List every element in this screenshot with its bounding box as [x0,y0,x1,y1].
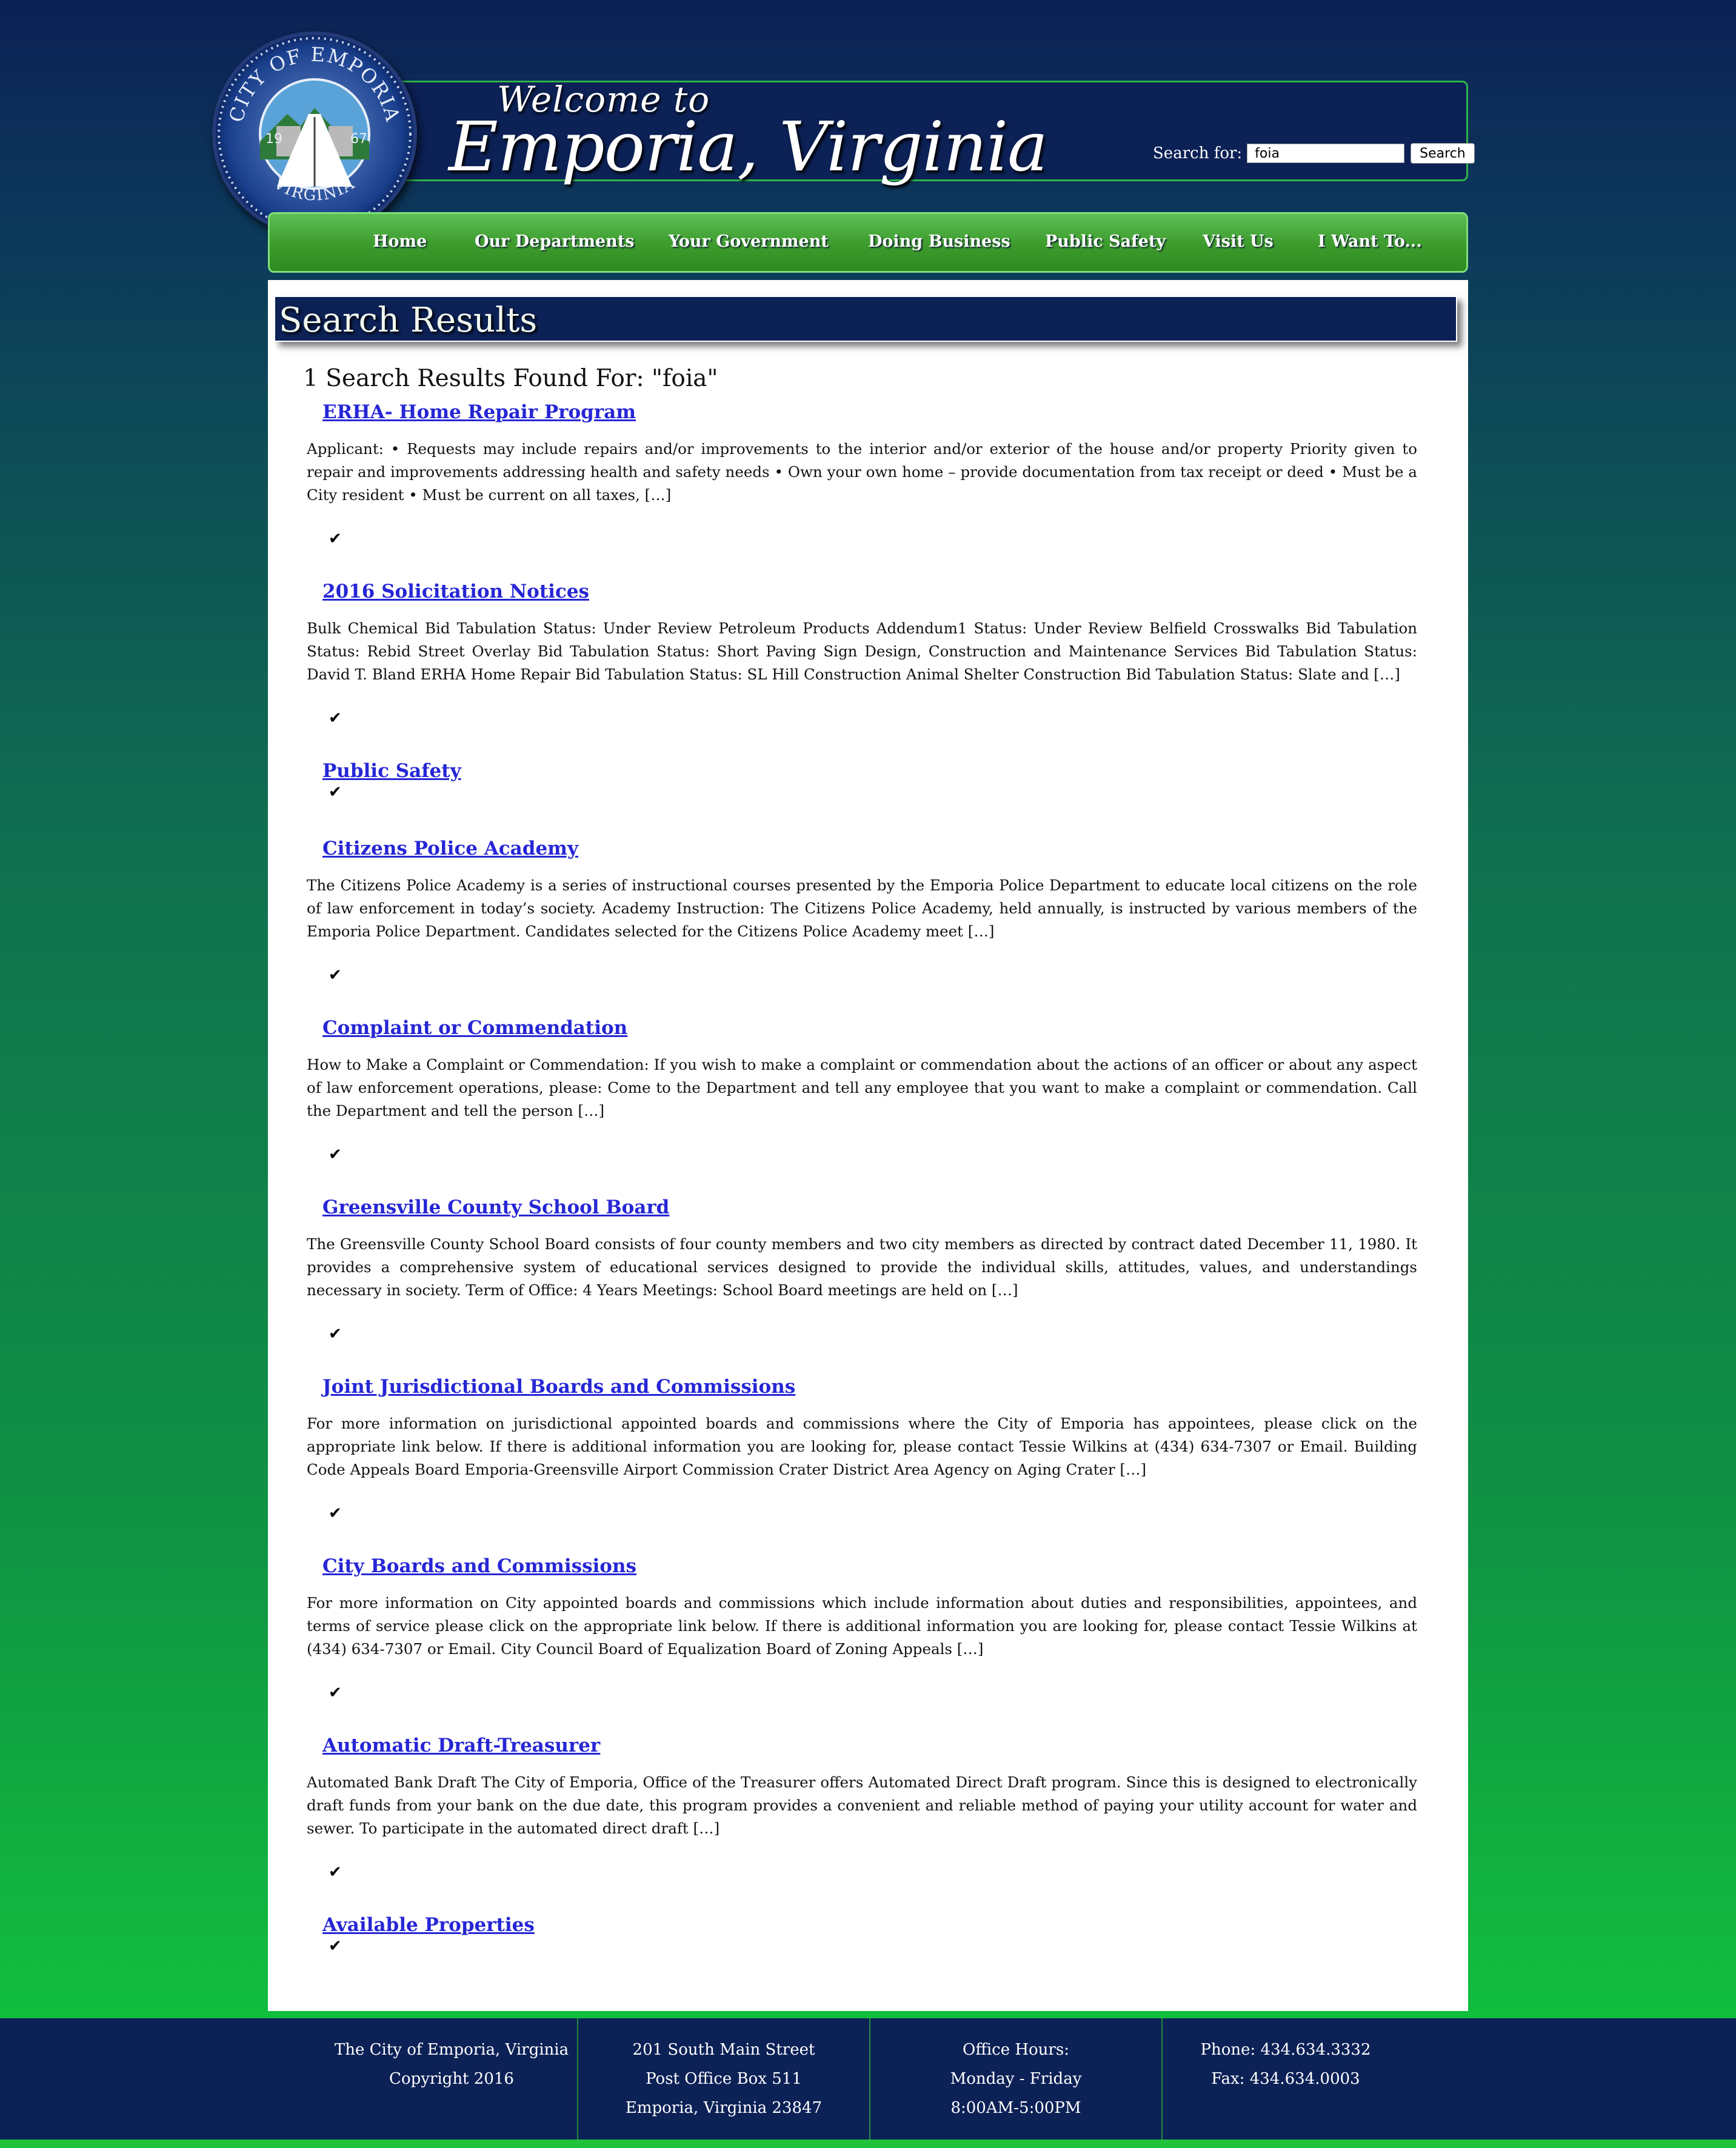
footer-city-state-zip: Emporia, Virginia 23847 [625,2099,823,2117]
result-title-link[interactable]: Available Properties [322,1914,535,1936]
footer-hours-time: 8:00AM-5:00PM [950,2099,1081,2117]
footer-fax: Fax: 434.634.0003 [1211,2070,1360,2088]
nav-item-your-government[interactable]: Your Government [669,232,829,251]
nav-item-home[interactable]: Home [373,232,427,251]
result-excerpt: Bulk Chemical Bid Tabulation Status: Und… [307,619,1417,683]
footer-street: 201 South Main Street [632,2041,815,2059]
result-excerpt: The Greensville County School Board cons… [307,1235,1417,1299]
search-button[interactable]: Search [1411,143,1475,164]
result-title-link[interactable]: Complaint or Commendation [322,1017,627,1039]
footer-city-name: The City of Emporia, Virginia [334,2041,569,2059]
results-count: 1 Search Results Found For: "foia" [303,365,718,392]
result-title-link[interactable]: Citizens Police Academy [322,838,578,859]
result-title-link[interactable]: Greensville County School Board [322,1196,669,1218]
footer-copyright-text: Copyright 2016 [389,2070,514,2088]
check-icon: ✔ [329,966,342,984]
search-input[interactable] [1247,144,1405,163]
footer-office-hours: Office Hours: Monday - Friday 8:00AM-5:0… [870,2018,1161,2140]
footer-po-box: Post Office Box 511 [646,2070,802,2088]
seal-year-left: 19 [265,132,282,147]
footer-address: 201 South Main Street Post Office Box 51… [578,2018,869,2140]
main-nav: Home Our Departments Your Government Doi… [268,212,1468,273]
city-seal-logo[interactable]: CITY OF EMPORIA VIRGINIA 19 67 [212,32,417,236]
check-icon: ✔ [329,1684,342,1702]
check-icon: ✔ [329,1863,342,1881]
result-title-link[interactable]: 2016 Solicitation Notices [322,581,589,602]
result-excerpt: For more information on jurisdictional a… [307,1415,1417,1478]
search-form: Search for: Search [1153,142,1475,165]
check-icon: ✔ [329,1504,342,1523]
page-title: Search Results [279,301,538,340]
nav-item-visit-us[interactable]: Visit Us [1203,232,1274,251]
check-icon: ✔ [329,1937,342,1955]
nav-item-i-want-to[interactable]: I Want To... [1318,232,1422,251]
page-title-bar: Search Results [274,296,1457,342]
check-icon: ✔ [329,783,342,801]
site-title: Emporia, Virginia [449,108,1048,187]
result-title-link[interactable]: City Boards and Commissions [322,1555,636,1577]
footer-bottom-strip [0,2140,1736,2148]
nav-item-doing-business[interactable]: Doing Business [868,232,1010,251]
site-footer: The City of Emporia, Virginia Copyright … [0,2018,1736,2140]
result-title-link[interactable]: Joint Jurisdictional Boards and Commissi… [322,1376,795,1398]
footer-hours-label: Office Hours: [963,2041,1069,2059]
nav-item-public-safety[interactable]: Public Safety [1045,232,1166,251]
nav-item-our-departments[interactable]: Our Departments [475,232,635,251]
seal-graphic: CITY OF EMPORIA VIRGINIA 19 67 [218,37,412,231]
check-icon: ✔ [329,530,342,548]
search-label: Search for: [1153,144,1243,162]
result-excerpt: For more information on City appointed b… [307,1594,1417,1658]
seal-year-right: 67 [350,132,367,147]
result-title-link[interactable]: Automatic Draft-Treasurer [322,1735,600,1756]
footer-phone: Phone: 434.634.3332 [1200,2041,1371,2059]
footer-copyright: The City of Emporia, Virginia Copyright … [327,2018,576,2140]
main-content: Search Results 1 Search Results Found Fo… [268,280,1468,2011]
footer-hours-days: Monday - Friday [950,2070,1082,2088]
result-excerpt: Automated Bank Draft The City of Emporia… [307,1773,1417,1837]
check-icon: ✔ [329,1146,342,1164]
result-title-link[interactable]: ERHA- Home Repair Program [322,401,636,423]
site-header: CITY OF EMPORIA VIRGINIA 19 67 Welcome t… [0,0,1736,279]
result-excerpt: How to Make a Complaint or Commendation:… [307,1056,1417,1119]
check-icon: ✔ [329,709,342,727]
result-excerpt: Applicant: • Requests may include repair… [307,440,1417,504]
result-title-link[interactable]: Public Safety [322,760,461,782]
result-excerpt: The Citizens Police Academy is a series … [307,876,1417,940]
footer-contact: Phone: 434.634.3332 Fax: 434.634.0003 [1163,2018,1409,2140]
check-icon: ✔ [329,1325,342,1343]
